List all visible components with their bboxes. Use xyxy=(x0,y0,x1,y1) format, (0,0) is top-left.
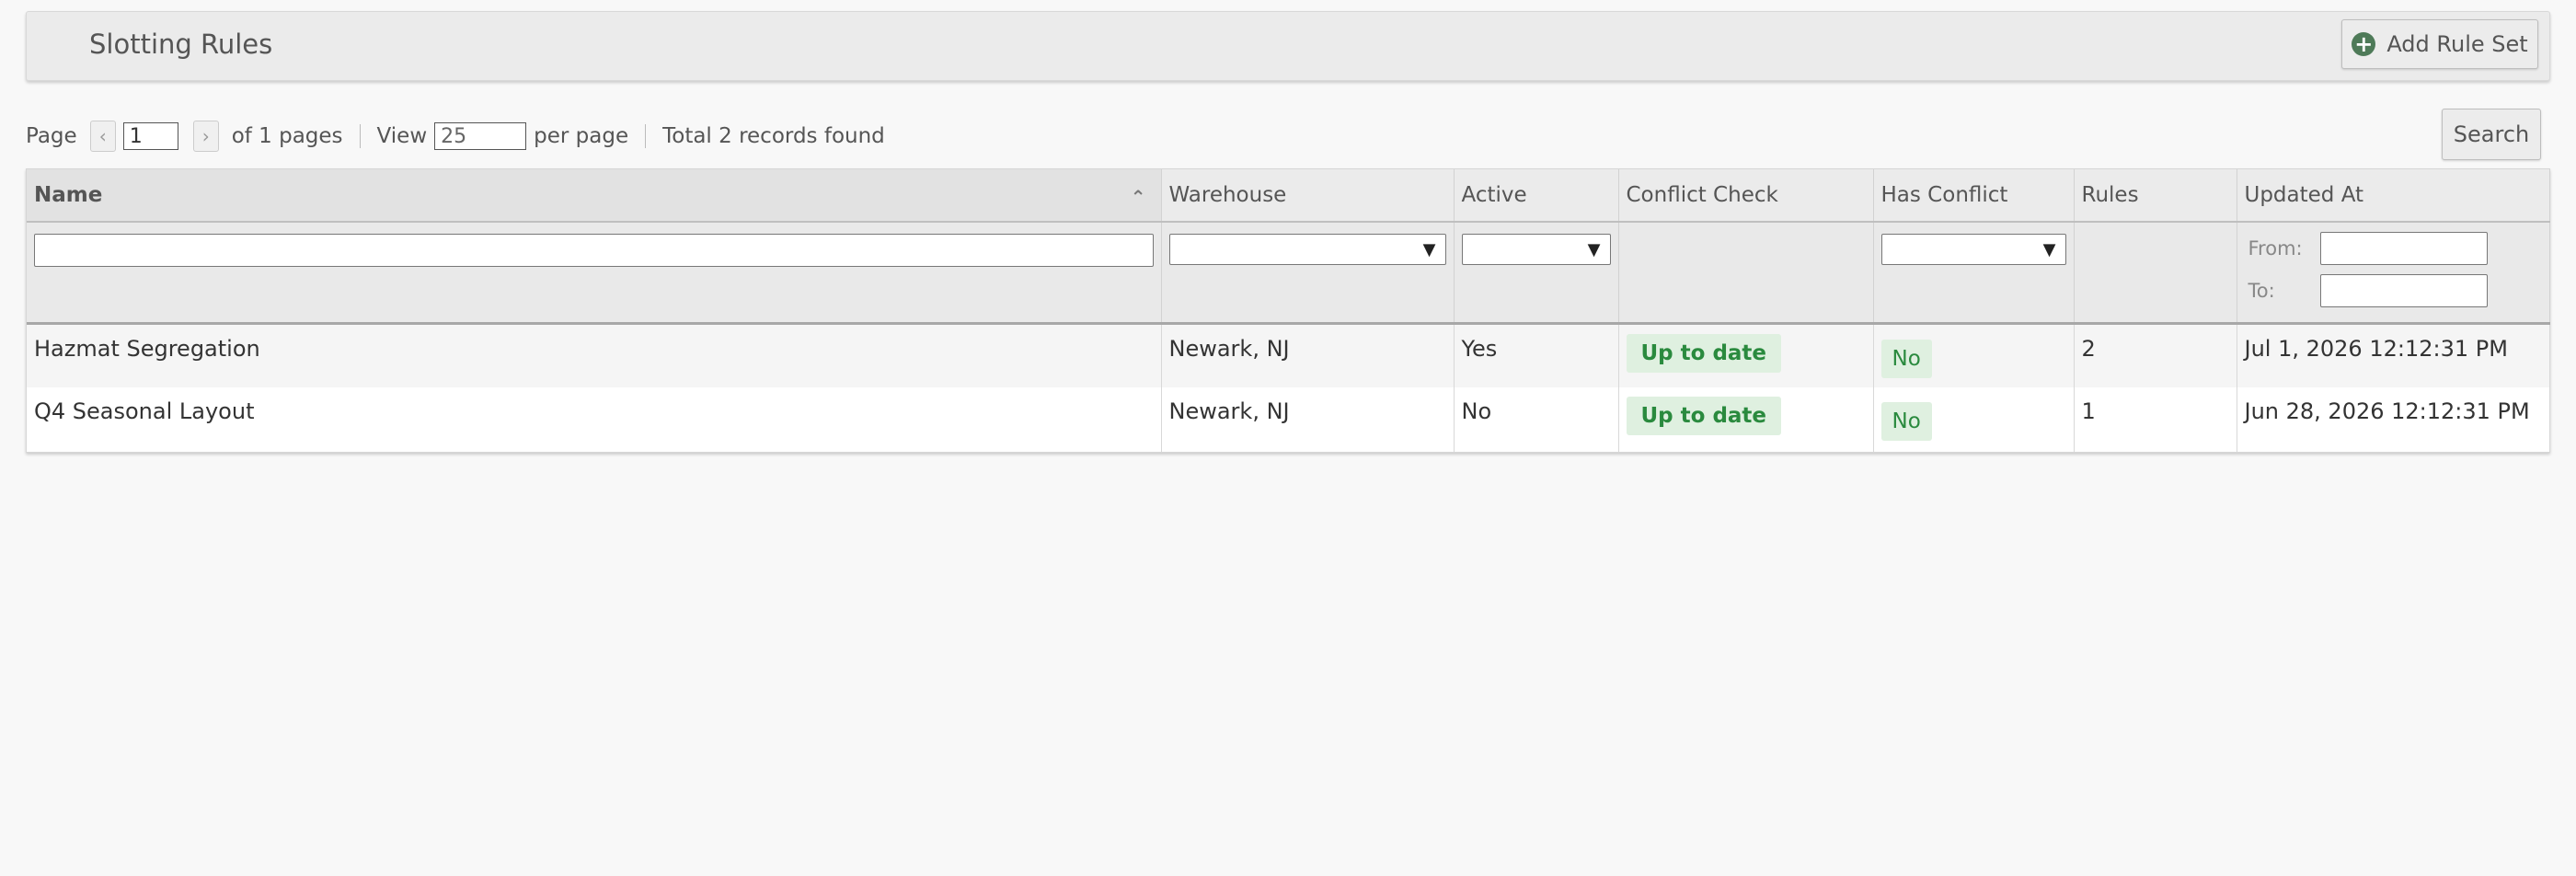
chevron-down-icon: ▼ xyxy=(1587,239,1601,259)
cell-rules: 2 xyxy=(2074,323,2237,387)
column-header-updated-at[interactable]: Updated At xyxy=(2237,169,2550,223)
chevron-left-icon: ‹ xyxy=(98,125,107,147)
has-conflict-filter-select[interactable]: ▼ xyxy=(1880,234,2066,265)
page-count: of 1 pages xyxy=(231,124,343,148)
column-header-name[interactable]: Name ⌃ xyxy=(27,169,1162,223)
table-row[interactable]: Q4 Seasonal Layout Newark, NJ No Up to d… xyxy=(27,387,2550,452)
rules-filter-empty xyxy=(2074,222,2237,325)
from-label: From: xyxy=(2248,237,2303,259)
chevron-down-icon: ▼ xyxy=(2042,239,2056,259)
column-header-conflict-check[interactable]: Conflict Check xyxy=(1618,169,1874,223)
date-to-input[interactable] xyxy=(2319,274,2488,307)
active-filter-select[interactable]: ▼ xyxy=(1461,234,1611,265)
table-row[interactable]: Hazmat Segregation Newark, NJ Yes Up to … xyxy=(27,323,2550,387)
rules-table: Name ⌃ Warehouse Active Conflict Check H… xyxy=(26,168,2550,453)
date-from-input[interactable] xyxy=(2319,232,2488,265)
search-button[interactable]: Search xyxy=(2442,109,2541,160)
cell-name: Hazmat Segregation xyxy=(27,323,1162,387)
cell-rules: 1 xyxy=(2074,387,2237,452)
date-from-filter: From: xyxy=(2245,232,2542,265)
add-rule-set-button[interactable]: + Add Rule Set xyxy=(2341,19,2538,69)
column-header-rules[interactable]: Rules xyxy=(2074,169,2237,223)
page-label: Page xyxy=(26,124,77,148)
page-title: Slotting Rules xyxy=(89,29,273,60)
column-header-active[interactable]: Active xyxy=(1454,169,1619,223)
chevron-down-icon: ▼ xyxy=(1422,239,1436,259)
next-page-button[interactable]: › xyxy=(192,121,219,152)
cell-has-conflict: No xyxy=(1873,387,2075,452)
column-header-warehouse[interactable]: Warehouse xyxy=(1161,169,1455,223)
add-rule-set-label: Add Rule Set xyxy=(2386,31,2528,57)
plus-circle-icon: + xyxy=(2352,32,2376,56)
per-page-label: per page xyxy=(534,124,629,148)
conflict-check-filter-empty xyxy=(1618,222,1874,325)
to-label: To: xyxy=(2248,280,2275,302)
column-header-has-conflict[interactable]: Has Conflict xyxy=(1873,169,2075,223)
page-header: Slotting Rules + Add Rule Set xyxy=(26,11,2550,81)
page-number-input[interactable] xyxy=(122,122,178,150)
divider xyxy=(359,124,361,148)
cell-conflict-check: Up to date xyxy=(1618,323,1874,387)
pagination-bar: Page ‹ › of 1 pages View per page Total … xyxy=(26,118,885,155)
cell-warehouse: Newark, NJ xyxy=(1161,323,1455,387)
status-badge: Up to date xyxy=(1626,333,1782,373)
chevron-right-icon: › xyxy=(201,125,210,147)
cell-name: Q4 Seasonal Layout xyxy=(27,387,1162,452)
table-header-row: Name ⌃ Warehouse Active Conflict Check H… xyxy=(27,169,2550,223)
status-badge: Up to date xyxy=(1626,397,1782,435)
filter-row: ▼ ▼ ▼ From: To: xyxy=(27,222,2550,325)
cell-has-conflict: No xyxy=(1873,323,2075,387)
name-filter-input[interactable] xyxy=(34,234,1154,267)
date-to-filter: To: xyxy=(2245,274,2542,307)
per-page-input[interactable] xyxy=(434,122,527,150)
cell-active: No xyxy=(1454,387,1619,452)
cell-active: Yes xyxy=(1454,323,1619,387)
cell-warehouse: Newark, NJ xyxy=(1161,387,1455,452)
conflict-badge: No xyxy=(1880,402,1932,441)
prev-page-button[interactable]: ‹ xyxy=(89,121,116,152)
cell-updated-at: Jun 28, 2026 12:12:31 PM xyxy=(2237,387,2550,452)
cell-updated-at: Jul 1, 2026 12:12:31 PM xyxy=(2237,323,2550,387)
view-label: View xyxy=(376,124,428,148)
total-records: Total 2 records found xyxy=(662,124,885,148)
cell-conflict-check: Up to date xyxy=(1618,387,1874,452)
conflict-badge: No xyxy=(1880,339,1932,378)
divider xyxy=(645,124,647,148)
warehouse-filter-select[interactable]: ▼ xyxy=(1168,234,1446,265)
sort-ascending-icon: ⌃ xyxy=(1130,186,1146,208)
